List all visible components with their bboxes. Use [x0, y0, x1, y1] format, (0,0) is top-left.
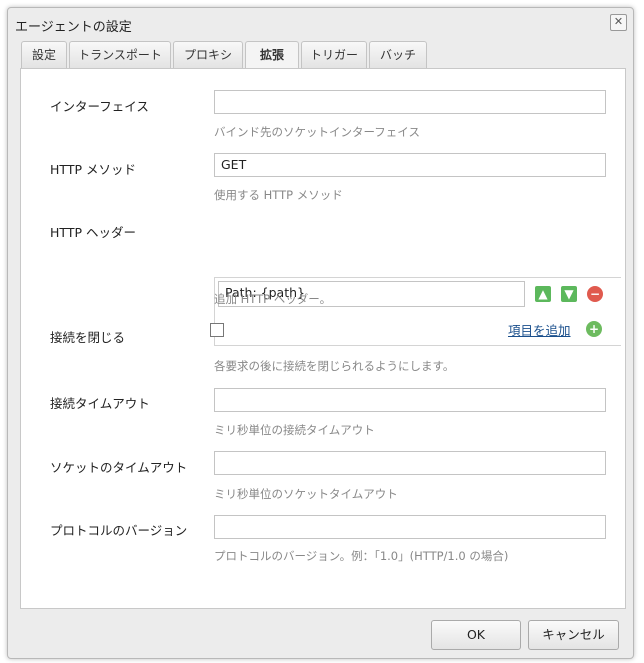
- tab-trigger[interactable]: トリガー: [301, 41, 367, 69]
- dialog-title: エージェントの設定: [15, 20, 132, 35]
- tab-extension[interactable]: 拡張: [245, 41, 299, 70]
- close-icon[interactable]: ✕: [610, 14, 627, 31]
- ok-button[interactable]: OK: [431, 620, 521, 650]
- interface-help: バインド先のソケットインターフェイス: [214, 125, 420, 139]
- socket-timeout-label: ソケットのタイムアウト: [50, 460, 188, 475]
- protocol-version-help: プロトコルのバージョン。例：「1.0」(HTTP/1.0 の場合): [214, 549, 509, 563]
- tab-settings[interactable]: 設定: [21, 41, 67, 69]
- protocol-version-input[interactable]: [214, 515, 606, 539]
- tab-transport[interactable]: トランスポート: [69, 41, 171, 69]
- connection-timeout-input[interactable]: [214, 388, 606, 412]
- headers-label: HTTP ヘッダー: [50, 225, 136, 240]
- connection-timeout-help: ミリ秒単位の接続タイムアウト: [214, 423, 375, 437]
- connection-timeout-label: 接続タイムアウト: [50, 396, 150, 411]
- remove-icon[interactable]: −: [587, 286, 603, 302]
- add-icon[interactable]: +: [586, 321, 602, 337]
- socket-timeout-input[interactable]: [214, 451, 606, 475]
- interface-input[interactable]: [214, 90, 606, 114]
- tab-batch[interactable]: バッチ: [369, 41, 427, 69]
- protocol-version-label: プロトコルのバージョン: [50, 523, 188, 538]
- extension-panel: インターフェイス バインド先のソケットインターフェイス HTTP メソッド GE…: [20, 68, 626, 609]
- tab-proxy[interactable]: プロキシ: [173, 41, 243, 69]
- agent-settings-dialog: エージェントの設定 ✕ 設定 トランスポート プロキシ 拡張 トリガー バッチ …: [7, 7, 634, 659]
- close-connection-help: 各要求の後に接続を閉じられるようにします。: [214, 359, 455, 373]
- add-item-link[interactable]: 項目を追加: [508, 320, 571, 339]
- move-down-icon[interactable]: ▼: [561, 286, 577, 302]
- cancel-button[interactable]: キャンセル: [528, 620, 619, 650]
- method-label: HTTP メソッド: [50, 162, 136, 177]
- socket-timeout-help: ミリ秒単位のソケットタイムアウト: [214, 487, 398, 501]
- headers-list: Path: {path} ▲ ▼ − 項目を追加 +: [214, 277, 621, 346]
- headers-help: 追加 HTTP ヘッダー。: [214, 292, 332, 306]
- move-up-icon[interactable]: ▲: [535, 286, 551, 302]
- close-connection-checkbox[interactable]: [210, 323, 224, 337]
- method-input[interactable]: GET: [214, 153, 606, 177]
- interface-label: インターフェイス: [50, 99, 149, 114]
- method-help: 使用する HTTP メソッド: [214, 188, 343, 202]
- close-connection-label: 接続を閉じる: [50, 330, 126, 345]
